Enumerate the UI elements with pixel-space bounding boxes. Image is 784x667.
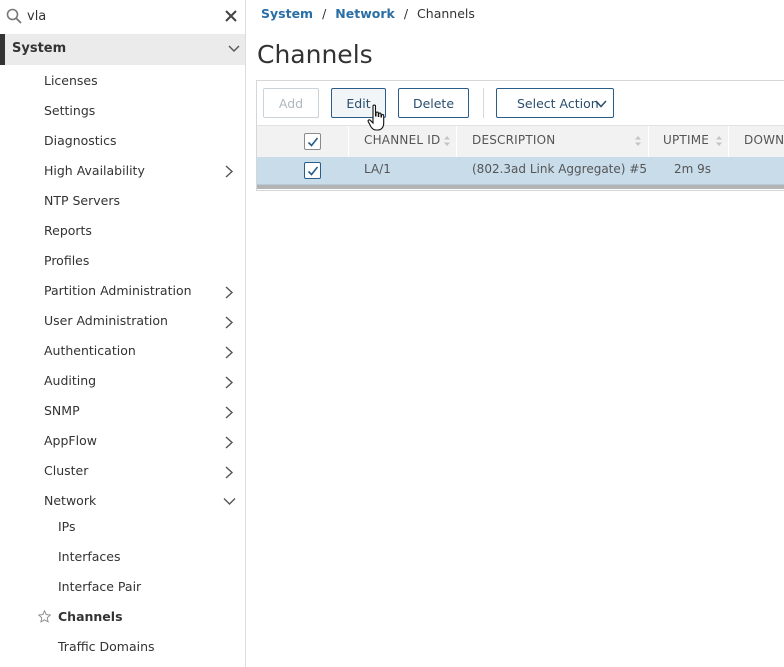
sidebar-item-snmp[interactable]: SNMP (0, 396, 245, 426)
breadcrumb-separator: / (403, 6, 409, 21)
sidebar-item-auditing[interactable]: Auditing (0, 366, 245, 396)
breadcrumb: System / Network / Channels (261, 6, 475, 21)
sidebar-item-ntp-servers[interactable]: NTP Servers (0, 186, 245, 216)
column-header-channel-id[interactable]: CHANNEL ID (364, 133, 440, 147)
sidebar-item-interfaces[interactable]: Interfaces (0, 542, 245, 572)
close-icon[interactable] (224, 9, 238, 23)
sidebar-section-label: System (12, 41, 67, 56)
column-header-uptime[interactable]: UPTIME (663, 133, 709, 147)
add-button[interactable]: Add (263, 88, 319, 118)
horizontal-scrollbar[interactable] (257, 185, 784, 189)
hand-cursor-icon (367, 104, 385, 131)
sidebar-section-system[interactable]: System (0, 34, 245, 65)
column-divider (456, 126, 457, 158)
column-header-description[interactable]: DESCRIPTION (472, 133, 555, 147)
sidebar-item-reports[interactable]: Reports (0, 216, 245, 246)
star-icon[interactable] (38, 610, 51, 623)
delete-button[interactable]: Delete (398, 88, 469, 118)
cell-description: (802.3ad Link Aggregate) #5 (472, 162, 647, 176)
search-icon (6, 8, 22, 24)
breadcrumb-network[interactable]: Network (335, 6, 395, 21)
sidebar-item-interface-pair[interactable]: Interface Pair (0, 572, 245, 602)
breadcrumb-system[interactable]: System (261, 6, 313, 21)
chevron-right-icon (225, 466, 234, 479)
select-all-checkbox[interactable] (304, 133, 321, 150)
check-icon (307, 137, 319, 147)
sort-icon[interactable] (443, 135, 451, 147)
search-bar (0, 0, 245, 33)
sidebar-item-cluster[interactable]: Cluster (0, 456, 245, 486)
sidebar-item-traffic-domains[interactable]: Traffic Domains (0, 632, 245, 662)
select-action-label: Select Action (517, 96, 599, 111)
sidebar-item-diagnostics[interactable]: Diagnostics (0, 126, 245, 156)
column-divider (728, 126, 729, 158)
chevron-down-icon (228, 45, 240, 52)
sidebar-item-channels[interactable]: Channels (0, 602, 245, 632)
sidebar-item-licenses[interactable]: Licenses (0, 66, 245, 96)
page-title: Channels (257, 40, 373, 69)
sidebar-item-settings[interactable]: Settings (0, 96, 245, 126)
column-divider (648, 126, 649, 158)
chevron-right-icon (225, 165, 234, 178)
column-divider (348, 126, 349, 158)
sort-icon[interactable] (715, 135, 723, 147)
cell-channel-id: LA/1 (364, 162, 391, 176)
table-row[interactable]: LA/1 (802.3ad Link Aggregate) #5 2m 9s (257, 157, 784, 185)
chevron-right-icon (225, 286, 234, 299)
sidebar: System Licenses Settings Diagnostics Hig… (0, 0, 246, 667)
chevron-right-icon (225, 436, 234, 449)
toolbar-divider (483, 88, 484, 118)
row-checkbox[interactable] (304, 162, 321, 179)
chevron-down-icon (223, 498, 236, 505)
sidebar-item-high-availability[interactable]: High Availability (0, 156, 245, 186)
cell-uptime: 2m 9s (674, 162, 712, 176)
sidebar-item-profiles[interactable]: Profiles (0, 246, 245, 276)
check-icon (307, 166, 319, 176)
sidebar-item-authentication[interactable]: Authentication (0, 336, 245, 366)
sort-icon[interactable] (634, 135, 642, 147)
sidebar-item-ips[interactable]: IPs (0, 512, 245, 542)
breadcrumb-separator: / (322, 6, 327, 21)
search-input[interactable] (27, 6, 207, 26)
chevron-right-icon (225, 376, 234, 389)
breadcrumb-current: Channels (417, 6, 475, 21)
table-header: CHANNEL ID DESCRIPTION UPTIME DOWNT (257, 125, 784, 158)
chevron-right-icon (225, 406, 234, 419)
channels-panel: Add Edit Delete Select Action CHANNEL ID… (256, 80, 784, 191)
sidebar-item-partition-administration[interactable]: Partition Administration (0, 276, 245, 306)
select-action-dropdown[interactable]: Select Action (496, 88, 614, 118)
sidebar-item-user-administration[interactable]: User Administration (0, 306, 245, 336)
column-header-downtime[interactable]: DOWNT (744, 133, 784, 147)
sidebar-item-appflow[interactable]: AppFlow (0, 426, 245, 456)
chevron-down-icon (595, 100, 607, 108)
chevron-right-icon (225, 316, 234, 329)
chevron-right-icon (225, 346, 234, 359)
